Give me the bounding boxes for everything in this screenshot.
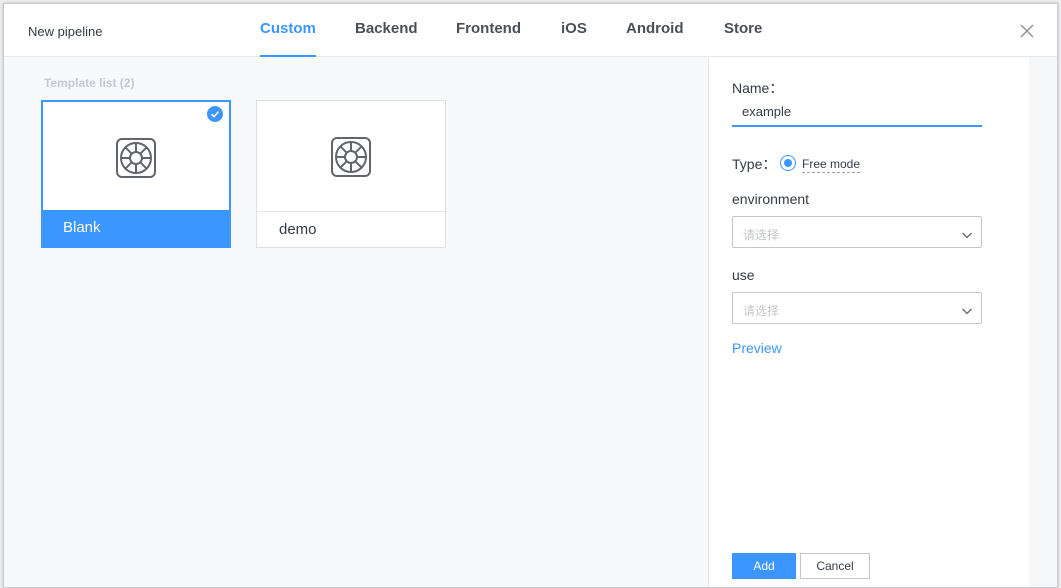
chevron-down-icon	[961, 303, 973, 315]
tab-frontend[interactable]: Frontend	[456, 20, 521, 57]
template-card-name: Blank	[43, 210, 229, 246]
template-pane: Template list (2) Blank demo	[4, 57, 709, 587]
tab-ios[interactable]: iOS	[561, 20, 587, 57]
chevron-down-icon	[961, 227, 973, 239]
preview-link[interactable]: Preview	[732, 340, 782, 356]
dialog-title: New pipeline	[28, 24, 103, 39]
tab-store[interactable]: Store	[724, 20, 762, 57]
cancel-button[interactable]: Cancel	[800, 553, 870, 579]
dialog-side-strip	[1029, 57, 1057, 587]
use-select[interactable]: 请选择	[732, 292, 982, 324]
name-input[interactable]	[732, 97, 982, 127]
free-mode-radio[interactable]	[780, 155, 796, 171]
pipeline-wheel-icon	[329, 135, 373, 179]
template-card-name: demo	[257, 211, 445, 247]
template-card-demo[interactable]: demo	[256, 100, 446, 248]
environment-label: environment	[732, 191, 810, 207]
environment-placeholder: 请选择	[743, 228, 780, 242]
tab-backend[interactable]: Backend	[355, 20, 418, 57]
new-pipeline-dialog: New pipeline Custom Backend Frontend iOS…	[3, 3, 1058, 588]
check-icon	[207, 106, 223, 122]
template-list-label: Template list (2)	[44, 76, 135, 90]
close-icon[interactable]	[1018, 22, 1036, 40]
type-label: Type：	[732, 156, 777, 172]
dialog-header: New pipeline Custom Backend Frontend iOS…	[4, 4, 1057, 57]
pipeline-form: Name： Type： Free mode environment 请选择 us…	[710, 57, 1030, 587]
add-button[interactable]: Add	[732, 553, 796, 579]
use-placeholder: 请选择	[743, 304, 780, 318]
name-label: Name：	[732, 80, 784, 96]
environment-select[interactable]: 请选择	[732, 216, 982, 248]
free-mode-label[interactable]: Free mode	[802, 157, 861, 173]
tab-custom[interactable]: Custom	[260, 20, 316, 57]
tab-android[interactable]: Android	[626, 20, 684, 57]
use-label: use	[732, 267, 755, 283]
pipeline-wheel-icon	[114, 136, 158, 180]
template-card-blank[interactable]: Blank	[41, 100, 231, 248]
